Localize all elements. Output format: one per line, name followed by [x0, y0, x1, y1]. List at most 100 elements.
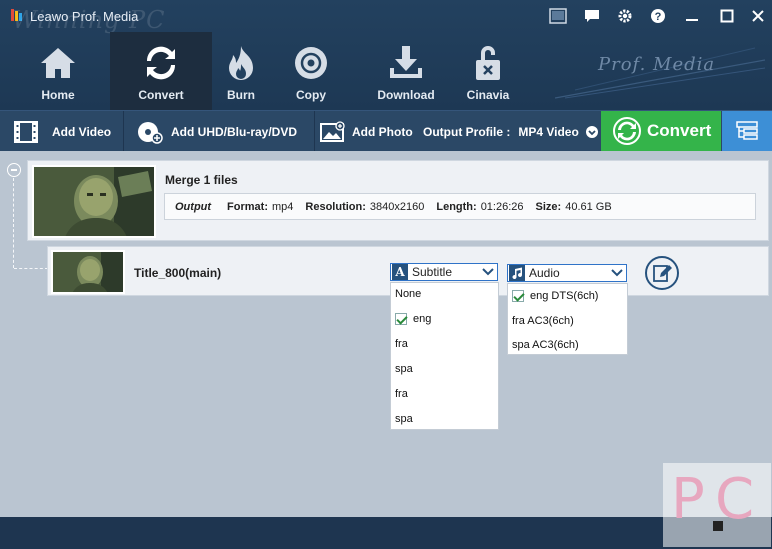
add-video-label: Add Video	[52, 124, 112, 139]
subtitle-option-fra[interactable]: fra	[391, 333, 498, 355]
add-photo-button[interactable]: Add Photo	[320, 111, 413, 152]
chevron-down-icon	[611, 269, 623, 277]
watermark-letter: P	[671, 467, 705, 532]
add-uhd-button[interactable]: Add UHD/Blu-ray/DVD	[137, 111, 297, 152]
resolution-value: 3840x2160	[369, 200, 425, 213]
tree-connector	[14, 268, 48, 269]
checkbox-checked[interactable]	[512, 290, 524, 302]
edit-icon	[653, 265, 672, 282]
subtitle-option-label: fra	[395, 338, 408, 350]
music-note-icon	[512, 267, 523, 279]
tree-connector	[13, 178, 14, 268]
audio-option-label: eng DTS(6ch)	[530, 290, 599, 302]
audio-option-eng-dts[interactable]: eng DTS(6ch)	[508, 285, 627, 307]
title-thumbnail	[51, 250, 125, 294]
format-label: Format:	[227, 200, 268, 213]
settings-button[interactable]	[613, 5, 637, 27]
chat-icon	[585, 10, 599, 22]
subtitle-option-label: spa	[395, 413, 413, 425]
help-icon: ?	[651, 9, 665, 23]
maximize-button[interactable]	[715, 5, 739, 27]
subtitle-icon: A	[392, 264, 408, 280]
subtitle-selected: Subtitle	[412, 265, 453, 279]
chevron-down-icon	[585, 125, 598, 138]
subtitle-option-spa[interactable]: spa	[391, 408, 498, 430]
length-label: Length:	[436, 200, 477, 213]
tab-cinavia[interactable]: Cinavia	[437, 32, 539, 110]
feedback-button[interactable]	[580, 5, 604, 27]
close-button[interactable]	[746, 5, 770, 27]
add-uhd-label: Add UHD/Blu-ray/DVD	[171, 124, 298, 139]
checkbox-checked[interactable]	[395, 313, 407, 325]
help-button[interactable]: ?	[646, 5, 670, 27]
brand-text: Prof. Media	[598, 54, 716, 75]
svg-text:?: ?	[655, 11, 662, 23]
subtitle-option-spa[interactable]: spa	[391, 358, 498, 380]
download-icon	[390, 46, 422, 78]
subtitle-option-label: fra	[395, 388, 408, 400]
tab-copy[interactable]: Copy	[260, 32, 362, 110]
subtitle-option-none[interactable]: None	[391, 283, 498, 305]
gear-icon	[618, 9, 632, 23]
output-info: Output Format: mp4 Resolution: 3840x2160…	[164, 193, 756, 220]
status-bar	[0, 517, 772, 549]
toolbar-divider	[314, 111, 315, 152]
photo-add-icon	[320, 120, 345, 142]
subtitle-option-label: spa	[395, 363, 413, 375]
video-frame-image	[34, 167, 154, 236]
audio-dropdown[interactable]: Audio	[507, 264, 627, 282]
merge-title: Merge 1 files	[165, 173, 238, 187]
close-icon	[752, 10, 764, 22]
audio-option-spa-ac3[interactable]: spa AC3(6ch)	[508, 334, 627, 356]
edit-button[interactable]	[645, 256, 679, 290]
output-profile-label: Output Profile :	[423, 124, 511, 139]
output-profile-value: MP4 Video	[518, 124, 579, 139]
flame-icon	[229, 46, 253, 80]
watermark-dot	[713, 521, 723, 531]
audio-options-menu: eng DTS(6ch) fra AC3(6ch) spa AC3(6ch)	[507, 283, 628, 355]
convert-icon	[613, 117, 641, 145]
tab-copy-label: Copy	[296, 88, 326, 102]
screenshot-icon	[549, 8, 567, 24]
merge-thumbnail	[32, 165, 156, 238]
merge-group-card[interactable]: Merge 1 files Output Format: mp4 Resolut…	[27, 160, 769, 241]
convert-label: Convert	[647, 121, 712, 140]
app-title: Leawo Prof. Media	[30, 9, 139, 24]
subtitle-dropdown[interactable]: A Subtitle	[390, 263, 498, 281]
audio-selected: Audio	[529, 266, 560, 280]
collapse-toggle[interactable]	[7, 163, 21, 177]
add-video-button[interactable]: Add Video	[14, 111, 111, 152]
maximize-icon	[720, 9, 734, 23]
size-label: Size:	[535, 200, 562, 213]
convert-icon	[146, 46, 176, 80]
minimize-button[interactable]	[680, 5, 704, 27]
size-value: 40.61 GB	[565, 200, 612, 213]
tab-home[interactable]: Home	[7, 32, 109, 110]
convert-button[interactable]: Convert	[601, 111, 721, 151]
title-bar: Winning PC Leawo Prof. Media ? Home Conv…	[0, 0, 772, 110]
output-profile-selector[interactable]: Output Profile : MP4 Video	[423, 111, 599, 152]
subtitle-option-eng[interactable]: eng	[391, 308, 498, 330]
resolution-label: Resolution:	[305, 200, 366, 213]
task-list-button[interactable]	[722, 111, 772, 151]
screenshot-button[interactable]	[546, 5, 570, 27]
tab-cinavia-label: Cinavia	[466, 88, 510, 102]
audio-option-label: spa AC3(6ch)	[512, 339, 579, 351]
chevron-down-icon	[482, 268, 494, 276]
output-label: Output	[175, 200, 212, 213]
subtitle-option-fra[interactable]: fra	[391, 383, 498, 405]
disc-icon	[295, 47, 327, 79]
home-icon	[41, 48, 75, 78]
subtitle-option-label: eng	[413, 313, 432, 325]
subtitle-options-menu: None eng fra spa fra spa	[390, 282, 499, 430]
film-icon	[14, 120, 38, 143]
add-photo-label: Add Photo	[352, 124, 413, 139]
audio-option-fra-ac3[interactable]: fra AC3(6ch)	[508, 310, 627, 332]
format-value: mp4	[272, 200, 294, 213]
subtitle-option-label: None	[395, 288, 422, 300]
title-name: Title_800(main)	[134, 266, 222, 280]
tab-home-label: Home	[41, 88, 75, 102]
toolbar-divider	[123, 111, 124, 152]
length-value: 01:26:26	[480, 200, 524, 213]
disc-add-icon	[138, 121, 163, 144]
